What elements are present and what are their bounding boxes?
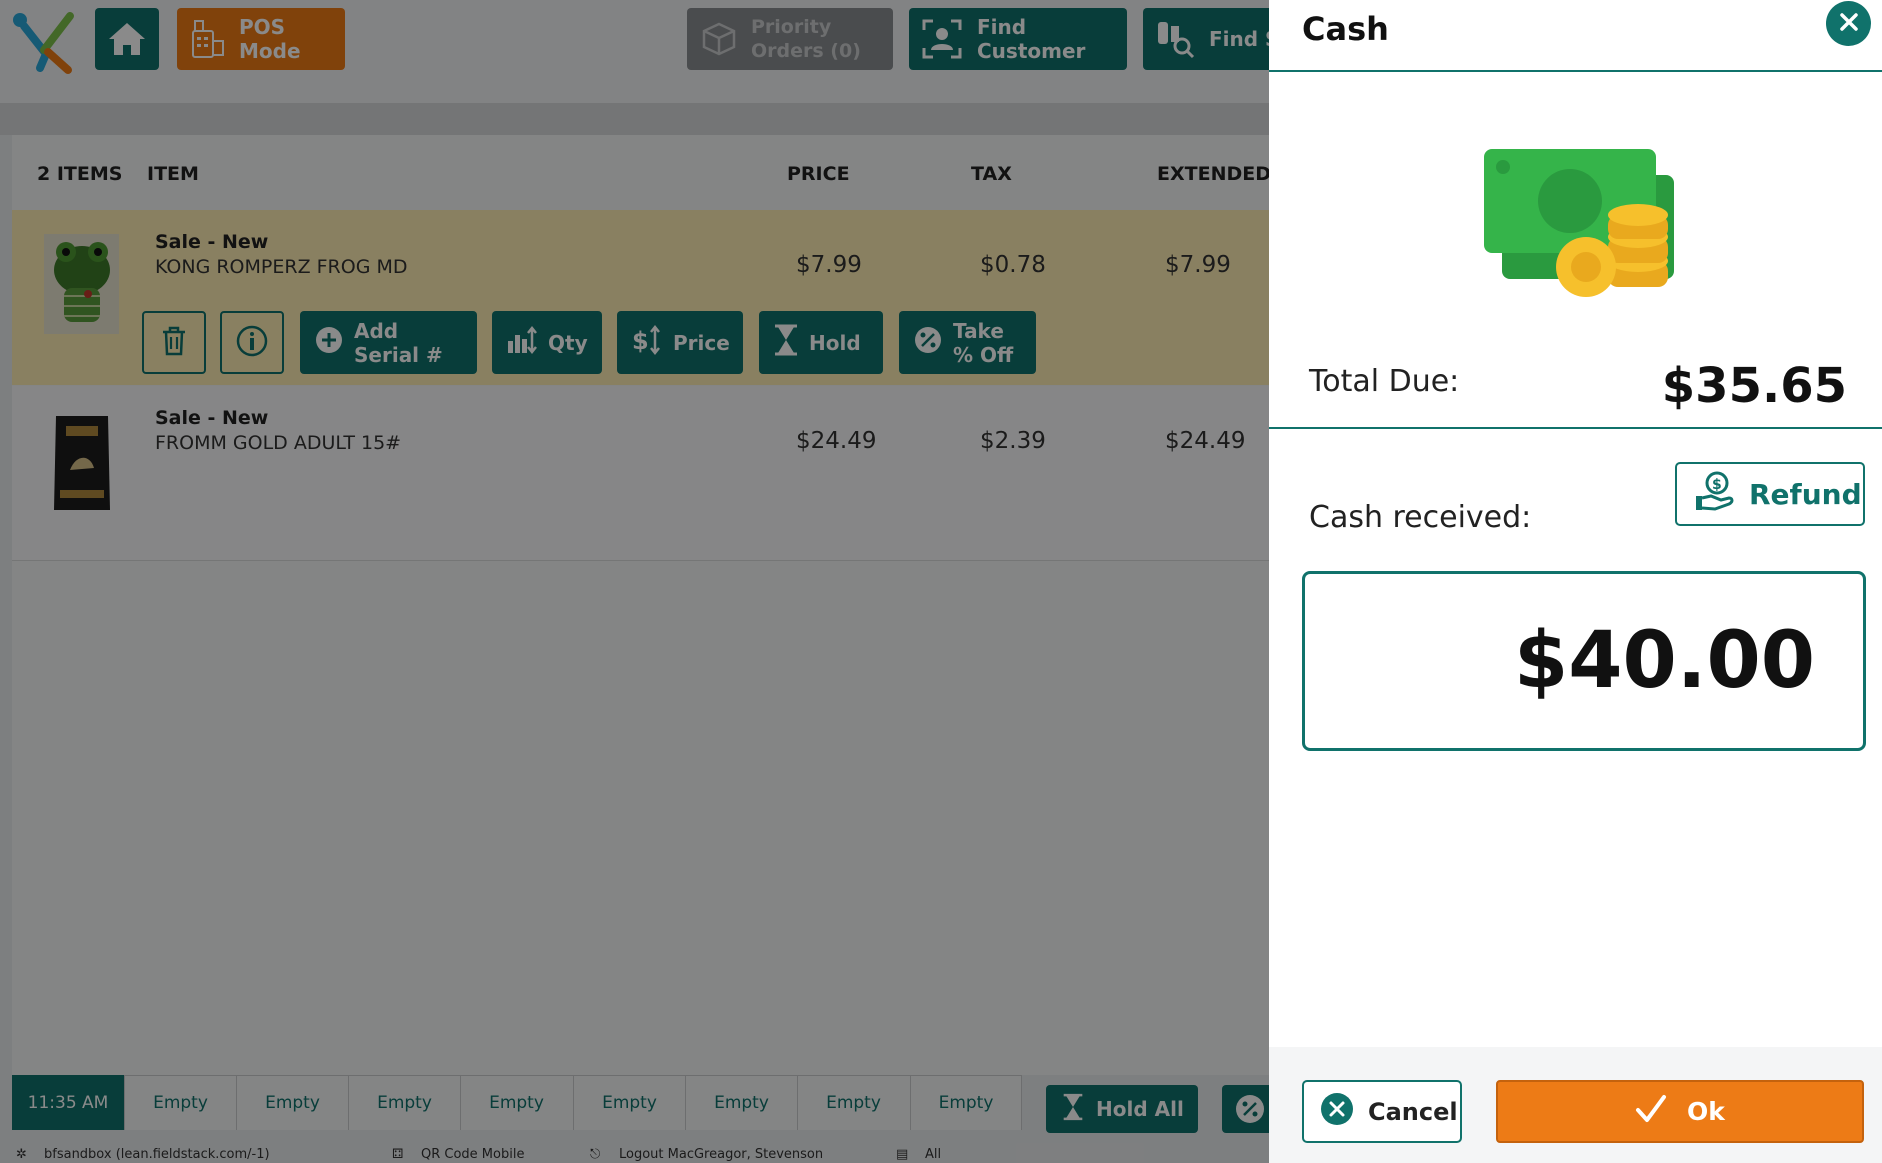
cancel-circle-icon <box>1320 1092 1354 1132</box>
cash-received-input[interactable] <box>1302 571 1866 751</box>
title-divider <box>1269 70 1882 72</box>
refund-hand-coin-icon: $ <box>1693 470 1735 519</box>
cancel-label: Cancel <box>1368 1097 1458 1126</box>
ok-button[interactable]: Ok <box>1496 1080 1864 1143</box>
dialog-title: Cash <box>1302 10 1389 48</box>
total-due-label: Total Due: <box>1309 364 1460 399</box>
pos-app: POS Mode Priority Orders (0) Find Custom… <box>0 0 1269 1163</box>
cash-dialog: Cash Total Due: $35.65 Cash received: $ <box>1269 0 1882 1163</box>
close-dialog-button[interactable] <box>1826 1 1871 46</box>
ok-label: Ok <box>1687 1097 1725 1126</box>
cancel-button[interactable]: Cancel <box>1302 1080 1462 1143</box>
cash-received-label: Cash received: <box>1309 500 1532 535</box>
checkmark-icon <box>1635 1094 1667 1130</box>
refund-button[interactable]: $ Refund <box>1675 462 1865 526</box>
cash-money-icon <box>1480 145 1690 310</box>
total-divider <box>1269 427 1882 429</box>
svg-text:$: $ <box>1712 477 1722 493</box>
modal-backdrop[interactable] <box>0 0 1269 1163</box>
total-due-value: $35.65 <box>1661 358 1847 414</box>
close-icon <box>1838 11 1860 37</box>
refund-label: Refund <box>1749 477 1862 511</box>
